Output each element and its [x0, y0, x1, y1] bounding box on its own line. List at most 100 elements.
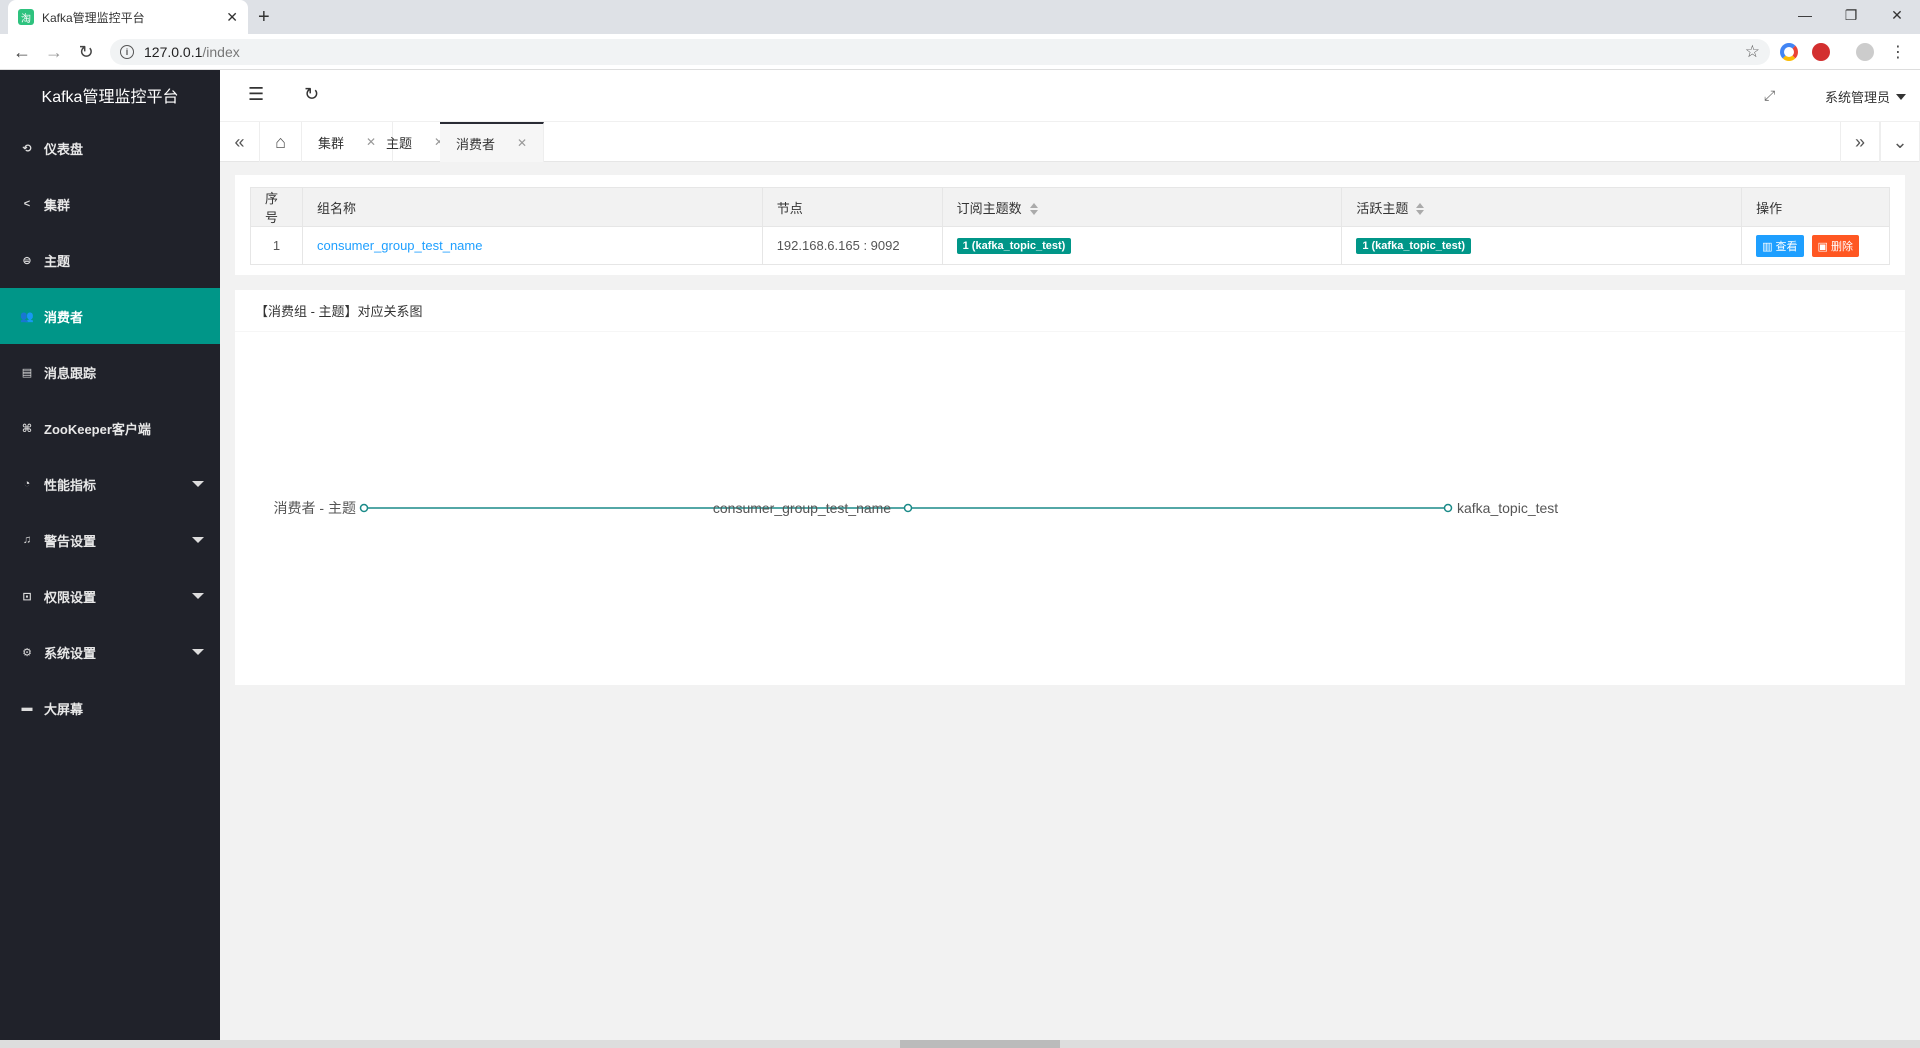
- col-header-active-label: 活跃主题: [1356, 200, 1409, 216]
- cell-active: 1 (kafka_topic_test): [1341, 226, 1743, 265]
- sidebar-item-8[interactable]: ⊡ 权限设置: [0, 568, 220, 624]
- user-menu[interactable]: 系统管理员: [1825, 87, 1906, 106]
- info-icon[interactable]: i: [120, 45, 134, 59]
- gauge-icon: ◔: [23, 478, 31, 490]
- gear-icon: ⚙: [22, 646, 32, 659]
- horizontal-scrollbar[interactable]: [0, 1040, 1920, 1048]
- col-header-group: 组名称: [301, 187, 763, 227]
- active-badge: 1 (kafka_topic_test): [1356, 238, 1472, 254]
- sidebar-item-6[interactable]: ◔ 性能指标: [0, 456, 220, 512]
- browser-tabbar: 淘 Kafka管理监控平台 ✕ + — ❐ ✕: [0, 0, 1920, 34]
- scrollbar-thumb[interactable]: [900, 1040, 1060, 1048]
- sidebar-item-7[interactable]: ♫ 警告设置: [0, 512, 220, 568]
- relationship-tree: 消费者 - 主题 consumer_group_test_name kafka_…: [274, 500, 1559, 516]
- book-icon: ▥: [1762, 240, 1776, 253]
- back-icon[interactable]: ←: [10, 40, 34, 64]
- browser-tab[interactable]: 淘 Kafka管理监控平台 ✕: [8, 0, 248, 34]
- file-icon: ▤: [21, 366, 33, 379]
- page-tab-label: 主题: [386, 135, 413, 151]
- sidebar-item-0[interactable]: ⟲ 仪表盘: [0, 120, 220, 176]
- address-bar: ← → ↻ i 127.0.0.1/index ☆ ⋮: [0, 34, 1920, 70]
- minimize-icon[interactable]: —: [1782, 0, 1828, 30]
- delete-button-label: 删除: [1830, 240, 1853, 253]
- sidebar-item-label: 警告设置: [44, 533, 97, 549]
- sidebar-item-1[interactable]: < 集群: [0, 176, 220, 232]
- refresh-icon[interactable]: ↻: [304, 84, 319, 105]
- page-tabstrip: « ⌂ 集群✕主题✕消费者✕ » ⌄: [220, 122, 1920, 162]
- close-tab-icon[interactable]: ✕: [517, 136, 527, 150]
- share-icon: <: [23, 198, 31, 210]
- tree-node-topic[interactable]: [1443, 503, 1453, 513]
- sidebar-item-9[interactable]: ⚙ 系统设置: [0, 624, 220, 680]
- sidebar-item-4[interactable]: ▤ 消息跟踪: [0, 344, 220, 400]
- chevron-down-icon: [1896, 93, 1906, 100]
- page-tab-2[interactable]: 消费者 ✕: [440, 122, 545, 162]
- sidebar-item-label: 消息跟踪: [44, 365, 97, 381]
- sidebar-item-label: ZooKeeper客户端: [44, 421, 151, 437]
- profile-avatar-icon[interactable]: [1856, 43, 1874, 61]
- forward-icon[interactable]: →: [42, 40, 66, 64]
- sidebar-item-2[interactable]: ⊜ 主题: [0, 232, 220, 288]
- cell-actions: ▥ 查看 ▣ 删除: [1741, 226, 1890, 265]
- col-header-subscribed[interactable]: 订阅主题数: [941, 187, 1343, 227]
- tabs-scroll-left-icon[interactable]: «: [220, 122, 260, 162]
- close-tab-icon[interactable]: ✕: [226, 9, 238, 26]
- page-tab-label: 集群: [318, 135, 345, 151]
- url-path: /index: [202, 44, 240, 60]
- tree-node-group[interactable]: [903, 503, 913, 513]
- menu-kebab-icon[interactable]: ⋮: [1886, 40, 1910, 64]
- sort-icon[interactable]: [1029, 203, 1038, 216]
- sort-icon[interactable]: [1416, 203, 1425, 216]
- menu-toggle-icon[interactable]: ☰: [248, 84, 264, 105]
- col-header-actions: 操作: [1741, 187, 1890, 227]
- sidebar-item-10[interactable]: ▬ 大屏幕: [0, 680, 220, 736]
- subscribed-badge: 1 (kafka_topic_test): [956, 238, 1072, 254]
- new-tab-icon[interactable]: +: [258, 6, 270, 29]
- user-name: 系统管理员: [1824, 90, 1890, 105]
- url-host: 127.0.0.1: [144, 44, 203, 60]
- adblock-extension-icon[interactable]: [1812, 43, 1830, 61]
- col-header-subscribed-label: 订阅主题数: [956, 200, 1022, 216]
- sidebar-item-label: 消费者: [44, 309, 84, 325]
- cell-index: 1: [250, 226, 303, 265]
- chevron-down-icon: [192, 593, 204, 599]
- sidebar-item-label: 系统设置: [44, 645, 97, 661]
- group-link[interactable]: consumer_group_test_name: [317, 238, 483, 253]
- sidebar-item-label: 权限设置: [44, 589, 97, 605]
- cell-group: consumer_group_test_name: [301, 226, 763, 265]
- bell-icon: ♫: [22, 534, 32, 546]
- sidebar-item-label: 集群: [44, 197, 71, 213]
- fullscreen-icon[interactable]: ⤢: [1764, 87, 1775, 104]
- home-icon[interactable]: ⌂: [260, 122, 302, 162]
- restore-icon[interactable]: ❐: [1828, 0, 1874, 30]
- reload-icon[interactable]: ↻: [74, 40, 98, 64]
- delete-button[interactable]: ▣ 删除: [1811, 234, 1859, 257]
- url-field[interactable]: i 127.0.0.1/index ☆: [110, 39, 1770, 65]
- bookmark-star-icon[interactable]: ☆: [1745, 42, 1760, 62]
- sidebar-item-label: 仪表盘: [44, 141, 84, 157]
- tree-icon: ⌘: [21, 422, 33, 435]
- sidebar-item-label: 大屏幕: [44, 701, 84, 717]
- col-header-active[interactable]: 活跃主题: [1341, 187, 1743, 227]
- sidebar-item-label: 性能指标: [44, 477, 97, 493]
- tabs-dropdown-icon[interactable]: ⌄: [1880, 122, 1920, 162]
- chevron-down-icon: [192, 649, 204, 655]
- col-header-node: 节点: [761, 187, 943, 227]
- table-row: 1 consumer_group_test_name 192.168.6.165…: [250, 226, 1890, 265]
- chevron-down-icon: [192, 481, 204, 487]
- sidebar-item-3[interactable]: 👥 消费者: [0, 288, 220, 344]
- chevron-down-icon: [192, 537, 204, 543]
- page-tab-label: 消费者: [456, 136, 496, 152]
- screen-icon: ▬: [21, 702, 33, 714]
- top-header: ☰ ↻ ⤢ 系统管理员: [220, 70, 1920, 122]
- tree-label-root: 消费者 - 主题: [274, 500, 356, 516]
- trash-icon: ▣: [1817, 240, 1831, 253]
- cell-subscribed: 1 (kafka_topic_test): [941, 226, 1343, 265]
- app-logo: Kafka管理监控平台: [41, 89, 179, 106]
- view-button[interactable]: ▥ 查看: [1756, 234, 1804, 257]
- tree-node-root[interactable]: [359, 503, 369, 513]
- chrome-extension-icon[interactable]: [1780, 43, 1798, 61]
- window-close-icon[interactable]: ✕: [1874, 0, 1920, 30]
- sidebar-item-5[interactable]: ⌘ ZooKeeper客户端: [0, 400, 220, 456]
- tabs-scroll-right-icon[interactable]: »: [1840, 122, 1880, 162]
